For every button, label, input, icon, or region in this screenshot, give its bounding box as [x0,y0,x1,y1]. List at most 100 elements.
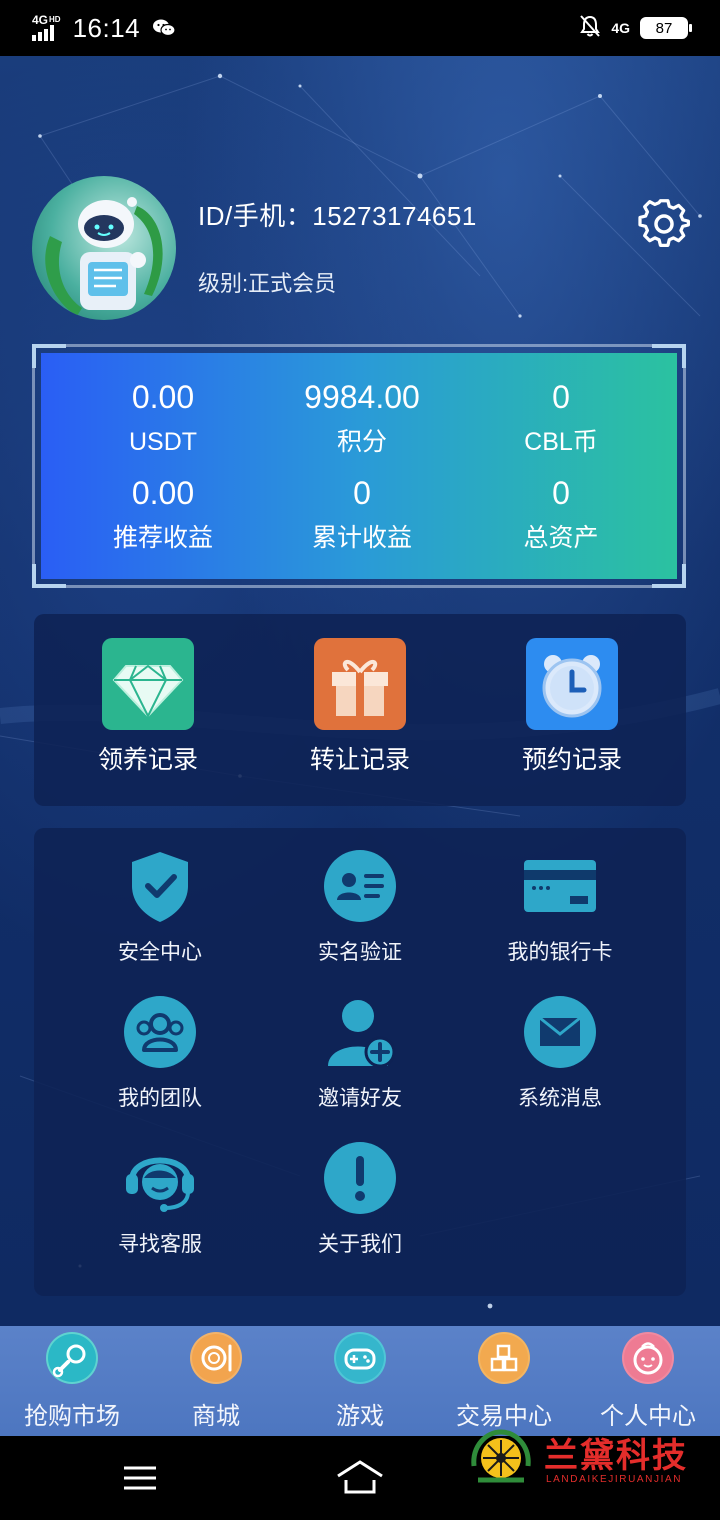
gift-icon [314,638,406,730]
profile-id: ID/手机：15273174651 [198,196,477,233]
records-panel: 领养记录 转让记录 预约记录 [34,614,686,806]
adoption-records-button[interactable]: 领养记录 [48,638,248,776]
real-name-verification-button[interactable]: 实名验证 [260,848,460,966]
stat-points[interactable]: 9984.00 积分 [262,379,462,457]
network-4g-label: 4G [611,20,630,36]
stat-cbl-coin[interactable]: 0 CBL币 [461,379,661,457]
tab-personal-center[interactable]: 个人中心 [576,1332,720,1431]
stat-value: 0.00 [131,475,195,511]
bottom-tab-bar: 抢购市场 商城 游戏 交易中心 个人中心 [0,1326,720,1436]
stat-label: 累计收益 [311,524,412,552]
transfer-records-button[interactable]: 转让记录 [260,638,460,776]
tab-games[interactable]: 游戏 [288,1332,432,1431]
home-icon [337,1460,383,1494]
stats-card: 0.00 USDT 9984.00 积分 0 CBL币 0.00 推荐收益 0 … [32,344,686,588]
corner-decoration [32,564,66,588]
watermark-title: 兰黛科技 [544,1436,688,1476]
menu-label: 实名验证 [318,941,402,964]
home-nav-button[interactable] [330,1454,390,1502]
system-messages-button[interactable]: 系统消息 [460,994,660,1112]
bank-card-icon [522,848,598,924]
corner-decoration [652,564,686,588]
signal-icon: 4G HD [32,13,61,41]
wechat-icon [152,18,176,38]
profile-level: 级别:正式会员 [198,266,336,298]
reservation-records-button[interactable]: 预约记录 [472,638,672,776]
stat-referral-earnings[interactable]: 0.00 推荐收益 [63,475,263,553]
settings-button[interactable] [638,198,690,250]
invite-friends-button[interactable]: 邀请好友 [260,994,460,1112]
gamepad-icon [334,1332,386,1384]
corner-decoration [652,344,686,368]
status-right: 4G 87 [579,14,692,43]
blocks-icon [478,1332,530,1384]
menu-label: 邀请好友 [318,1087,402,1110]
tab-label: 抢购市场 [24,1403,120,1430]
watermark-subtitle: LANDAIKEJIRUANJIAN [546,1474,683,1485]
alarm-clock-icon [526,638,618,730]
stat-value: 0 [552,379,570,415]
shield-check-icon [122,848,198,924]
id-card-icon [322,848,398,924]
menu-label: 我的银行卡 [507,941,613,964]
menu-label: 系统消息 [518,1087,602,1110]
mute-bell-icon [579,14,601,43]
profile-level-label: 级别: [198,271,249,296]
corner-decoration [32,344,66,368]
menu-label: 关于我们 [318,1233,402,1256]
record-label: 转让记录 [309,746,410,774]
info-exclamation-icon [322,1140,398,1216]
robot-avatar-icon [45,197,163,316]
watermark-logo: 兰黛科技 LANDAIKEJIRUANJIAN [466,1426,720,1492]
tab-label: 商城 [192,1403,240,1430]
stat-value: 0 [353,475,371,511]
menu-nav-button[interactable] [110,1454,170,1502]
record-label: 领养记录 [97,746,198,774]
pacifier-icon [46,1332,98,1384]
stat-label: 推荐收益 [112,524,213,552]
my-team-button[interactable]: 我的团队 [60,994,260,1112]
customer-service-button[interactable]: 寻找客服 [60,1140,260,1258]
stat-total-earnings[interactable]: 0 累计收益 [262,475,462,553]
customer-service-icon [122,1140,198,1216]
about-us-button[interactable]: 关于我们 [260,1140,460,1258]
stat-total-assets[interactable]: 0 总资产 [461,475,661,553]
my-bank-card-button[interactable]: 我的银行卡 [460,848,660,966]
wreath-emblem-icon [471,1429,531,1483]
network-label: 4G [32,13,49,27]
menu-label: 我的团队 [118,1087,202,1110]
stat-label: CBL币 [524,428,598,456]
mail-icon [522,994,598,1070]
tab-label: 游戏 [336,1403,384,1430]
avatar[interactable] [32,176,176,320]
profile-id-value: 15273174651 [312,201,477,231]
stat-label: USDT [128,428,198,456]
menu-label: 安全中心 [118,941,202,964]
status-bar: 4G HD 16:14 4G 87 [0,0,720,56]
add-user-icon [322,994,398,1070]
menu-panel: 安全中心 实名验证 我的银行卡 我的团队 邀请好友 系统消息 寻找客服 关于我们 [34,828,686,1296]
profile-id-label: ID/手机： [198,201,313,231]
security-center-button[interactable]: 安全中心 [60,848,260,966]
stat-value: 0.00 [131,379,195,415]
stat-usdt[interactable]: 0.00 USDT [63,379,263,457]
diamond-icon [102,638,194,730]
stat-value: 9984.00 [304,379,420,415]
tab-market[interactable]: 抢购市场 [0,1332,144,1431]
network-tag: HD [49,15,61,24]
stat-label: 积分 [336,428,387,456]
tab-trading-center[interactable]: 交易中心 [432,1332,576,1431]
profile-level-value: 正式会员 [248,271,337,296]
hamburger-icon [124,1466,156,1490]
menu-label: 寻找客服 [118,1233,202,1256]
status-time: 16:14 [72,12,141,43]
baby-face-icon [622,1332,674,1384]
tab-mall[interactable]: 商城 [144,1332,288,1431]
battery-indicator: 87 [640,17,692,39]
dish-icon [190,1332,242,1384]
team-icon [122,994,198,1070]
gear-icon [638,199,690,247]
stat-value: 0 [552,475,570,511]
status-left: 4G HD 16:14 [32,13,176,44]
stat-label: 总资产 [523,524,599,552]
